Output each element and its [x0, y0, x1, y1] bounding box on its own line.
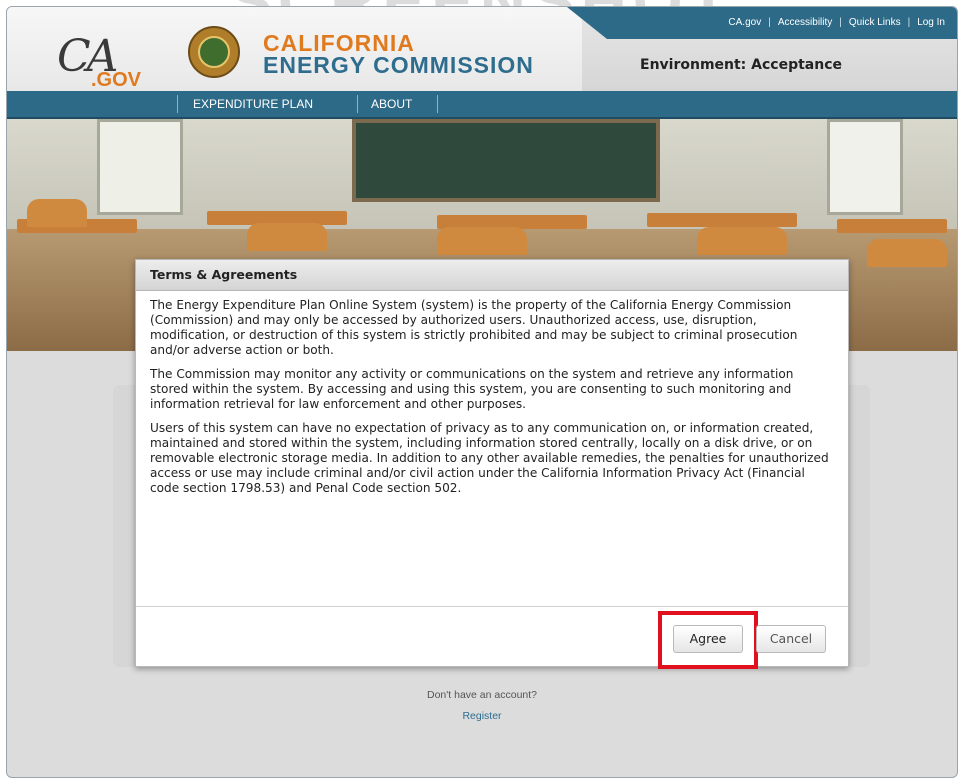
brand-line-2: ENERGY COMMISSION	[263, 52, 534, 78]
register-link[interactable]: Register	[7, 710, 957, 722]
cagov-link[interactable]: CA.gov	[728, 17, 761, 28]
login-link[interactable]: Log In	[917, 17, 945, 28]
dialog-title-bar: Terms & Agreements	[136, 260, 848, 291]
terms-dialog: Terms & Agreements The Energy Expenditur…	[135, 259, 849, 669]
terms-paragraph-2: The Commission may monitor any activity …	[150, 367, 794, 411]
no-account-text: Don't have an account?	[427, 689, 537, 701]
dialog-title: Terms & Agreements	[150, 267, 298, 282]
energy-commission-seal-icon	[188, 26, 240, 78]
quick-links-link[interactable]: Quick Links	[849, 17, 901, 28]
terms-paragraph-1: The Energy Expenditure Plan Online Syste…	[150, 298, 798, 357]
ca-logo-gov: .GOV	[91, 69, 142, 91]
dialog-body: The Energy Expenditure Plan Online Syste…	[150, 298, 830, 505]
cancel-button[interactable]: Cancel	[756, 625, 826, 653]
dialog-footer: Agree Cancel	[136, 606, 848, 669]
ca-gov-logo[interactable]: CA .GOV	[47, 25, 157, 95]
environment-label: Environment: Acceptance	[640, 57, 843, 73]
nav-about[interactable]: ABOUT	[371, 91, 412, 117]
accessibility-link[interactable]: Accessibility	[778, 17, 832, 28]
page-frame: CA.gov | Accessibility | Quick Links | Log In …	[6, 6, 958, 778]
chalkboard	[352, 119, 660, 202]
terms-paragraph-3: Users of this system can have no expecta…	[150, 421, 829, 495]
nav-expenditure-plan[interactable]: EXPENDITURE PLAN	[193, 91, 313, 117]
site-header: CA.gov | Accessibility | Quick Links | Log In …	[7, 7, 957, 91]
utility-links: CA.gov | Accessibility | Quick Links | Log In	[728, 17, 945, 28]
main-nav: EXPENDITURE PLAN ABOUT	[7, 91, 957, 119]
agree-button[interactable]: Agree	[673, 625, 743, 653]
